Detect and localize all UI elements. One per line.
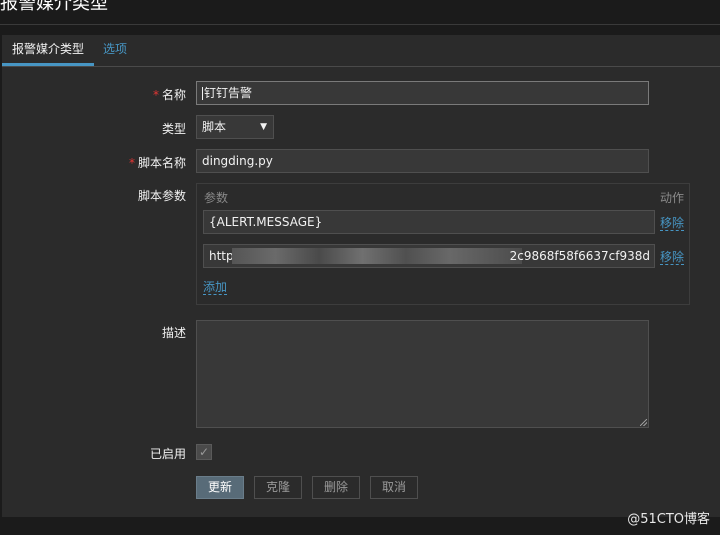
page-title: 报警媒介类型 bbox=[0, 0, 108, 14]
param-2-suffix: 2c9868f58f6637cf938d bbox=[509, 249, 650, 263]
tab-options[interactable]: 选项 bbox=[103, 35, 127, 66]
param-input-1[interactable]: {ALERT.MESSAGE} bbox=[203, 210, 655, 234]
required-marker: * bbox=[128, 156, 135, 170]
update-button[interactable]: 更新 bbox=[196, 476, 244, 499]
type-selected-value: 脚本 bbox=[202, 120, 227, 134]
script-params-label: 脚本参数 bbox=[137, 189, 186, 203]
redacted-blur bbox=[232, 248, 522, 264]
script-name-label-text: 脚本名称 bbox=[137, 156, 186, 170]
cancel-button[interactable]: 取消 bbox=[370, 476, 418, 499]
description-textarea[interactable] bbox=[196, 320, 649, 428]
dropdown-arrow-icon: ▼ bbox=[260, 122, 267, 132]
delete-button[interactable]: 删除 bbox=[312, 476, 360, 499]
actions-column-header: 动作 bbox=[659, 191, 684, 205]
add-param-link[interactable]: 添加 bbox=[203, 280, 228, 295]
type-label: 类型 bbox=[161, 122, 186, 136]
header-divider bbox=[0, 24, 720, 25]
params-column-header: 参数 bbox=[204, 191, 229, 205]
media-type-form-panel: 报警媒介类型 选项 * 名称 钉钉告警 类型 脚本 ▼ * 脚本名称 dingdin… bbox=[2, 35, 720, 517]
name-value: 钉钉告警 bbox=[204, 86, 253, 100]
type-select[interactable]: 脚本 ▼ bbox=[196, 115, 274, 139]
enabled-label: 已启用 bbox=[149, 447, 186, 461]
name-label-text: 名称 bbox=[161, 88, 186, 102]
watermark: @51CTO博客 bbox=[627, 512, 710, 527]
tab-media-type[interactable]: 报警媒介类型 bbox=[2, 35, 94, 66]
script-name-input[interactable]: dingding.py bbox=[196, 149, 649, 173]
checkmark-icon: ✓ bbox=[198, 445, 210, 459]
name-label: * 名称 bbox=[153, 86, 186, 103]
param-input-2[interactable]: http 2c9868f58f6637cf938d bbox=[203, 244, 655, 268]
remove-param-2-link[interactable]: 移除 bbox=[660, 250, 685, 265]
param-2-prefix: http bbox=[209, 249, 234, 263]
tab-bar: 报警媒介类型 选项 bbox=[2, 35, 720, 67]
script-name-label: * 脚本名称 bbox=[129, 154, 186, 171]
page-header: 报警媒介类型 bbox=[0, 0, 720, 24]
name-input[interactable]: 钉钉告警 bbox=[196, 81, 649, 105]
enabled-checkbox[interactable]: ✓ bbox=[196, 444, 212, 460]
resize-grip-icon[interactable] bbox=[640, 419, 647, 426]
required-marker: * bbox=[152, 88, 159, 102]
remove-param-1-link[interactable]: 移除 bbox=[660, 216, 685, 231]
text-cursor bbox=[202, 87, 203, 100]
clone-button[interactable]: 克隆 bbox=[254, 476, 302, 499]
description-label: 描述 bbox=[161, 326, 186, 340]
script-params-table: 参数 动作 {ALERT.MESSAGE} 移除 http 2c9868f58f… bbox=[196, 183, 690, 305]
